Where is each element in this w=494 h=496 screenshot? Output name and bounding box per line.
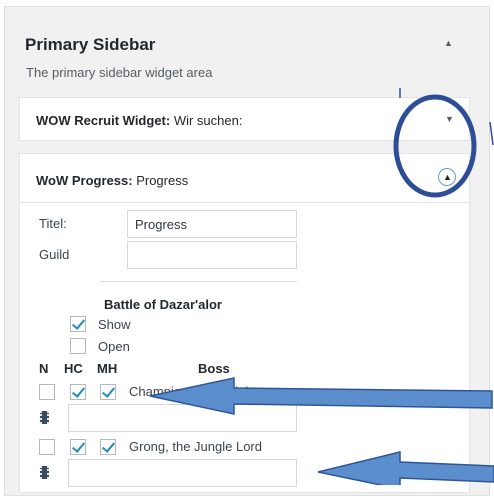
annotation-arrow-2 — [317, 451, 494, 485]
annotation-mark — [489, 121, 494, 146]
annotation-arrow-1 — [149, 377, 493, 415]
annotation-overlay — [149, 88, 494, 485]
annotation-circle — [393, 94, 477, 198]
